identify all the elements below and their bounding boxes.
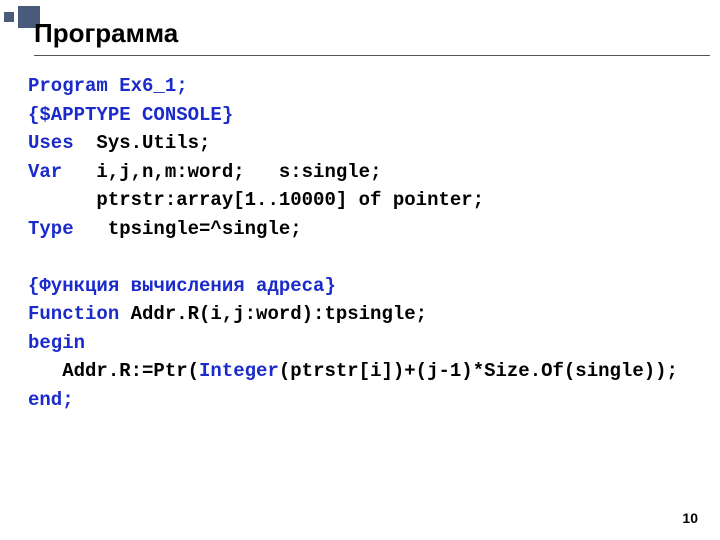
slide-title: Программа bbox=[34, 18, 710, 49]
code-line-10a: Addr.R:=Ptr( bbox=[28, 360, 199, 382]
deco-small-square bbox=[4, 12, 14, 22]
kw-var: Var bbox=[28, 161, 62, 183]
kw-integer: Integer bbox=[199, 360, 279, 382]
code-comment: {Функция вычисления адреса} bbox=[28, 275, 336, 297]
code-line-2: {$APPTYPE CONSOLE} bbox=[28, 104, 233, 126]
kw-begin: begin bbox=[28, 332, 85, 354]
code-line-10c: (ptrstr[i])+(j-1)*Size.Of(single)); bbox=[279, 360, 678, 382]
kw-end: end; bbox=[28, 389, 74, 411]
code-line-4b: i,j,n,m:word; s:single; bbox=[62, 161, 381, 183]
code-line-1: Program Ex6_1; bbox=[28, 75, 188, 97]
slide-header: Программа bbox=[34, 18, 710, 56]
code-line-6b: tpsingle=^single; bbox=[74, 218, 302, 240]
kw-type: Type bbox=[28, 218, 74, 240]
kw-function: Function bbox=[28, 303, 119, 325]
code-line-3b: Sys.Utils; bbox=[74, 132, 211, 154]
page-number: 10 bbox=[682, 510, 698, 526]
kw-uses: Uses bbox=[28, 132, 74, 154]
code-line-5: ptrstr:array[1..10000] of pointer; bbox=[28, 189, 484, 211]
code-line-8b: Addr.R(i,j:word):tpsingle; bbox=[119, 303, 427, 325]
code-listing: Program Ex6_1; {$APPTYPE CONSOLE} Uses S… bbox=[28, 72, 700, 414]
